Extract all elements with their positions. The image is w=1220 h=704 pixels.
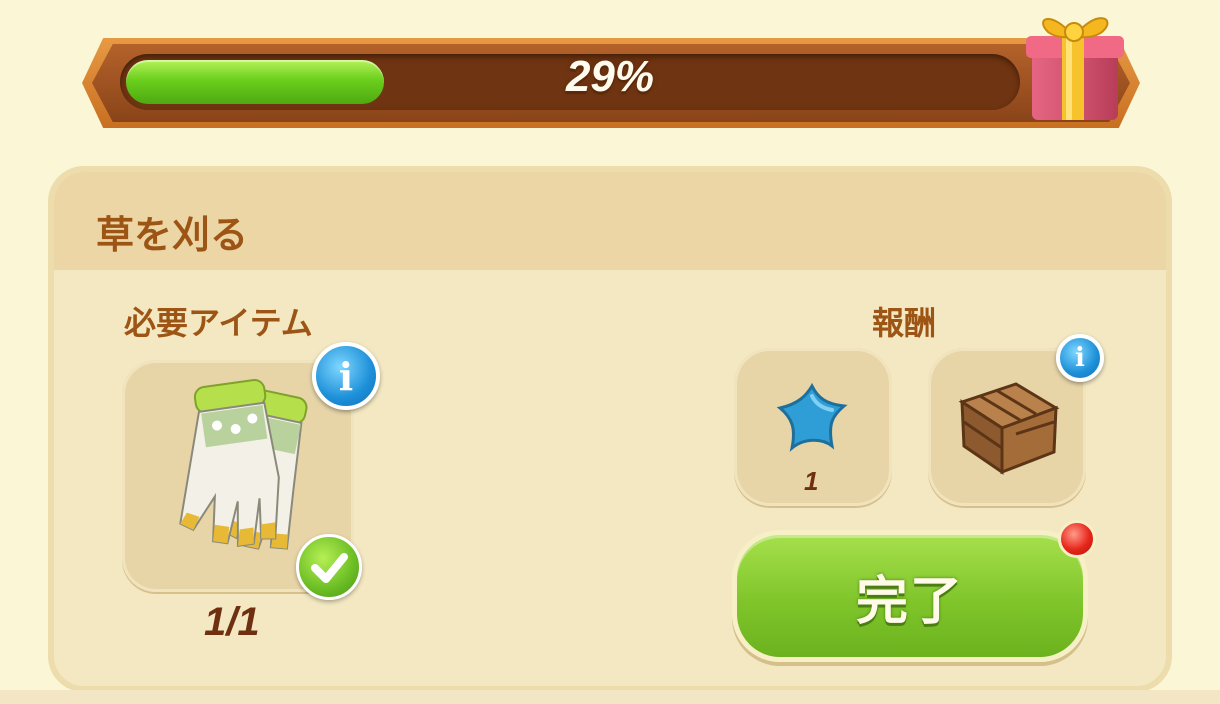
bottom-edge	[0, 690, 1220, 704]
reward-star-count: 1	[804, 466, 819, 496]
checkmark-icon	[296, 534, 362, 600]
reward-label: 報酬	[872, 304, 937, 342]
required-item-info-icon[interactable]: i	[312, 342, 380, 410]
reward-slot-star[interactable]: 1	[734, 348, 892, 506]
complete-button[interactable]: 完了	[732, 530, 1088, 662]
notification-dot-icon	[1058, 520, 1096, 558]
gift-box-icon[interactable]	[1022, 0, 1126, 126]
required-item-count: 1/1	[204, 600, 260, 644]
required-items-label: 必要アイテム	[124, 304, 313, 342]
quest-title: 草を刈る	[96, 213, 249, 257]
reward-crate-info-icon[interactable]: i	[1056, 334, 1104, 382]
wooden-crate-icon	[958, 382, 1060, 475]
complete-button-label: 完了	[855, 571, 964, 632]
blue-star-icon	[776, 382, 848, 452]
